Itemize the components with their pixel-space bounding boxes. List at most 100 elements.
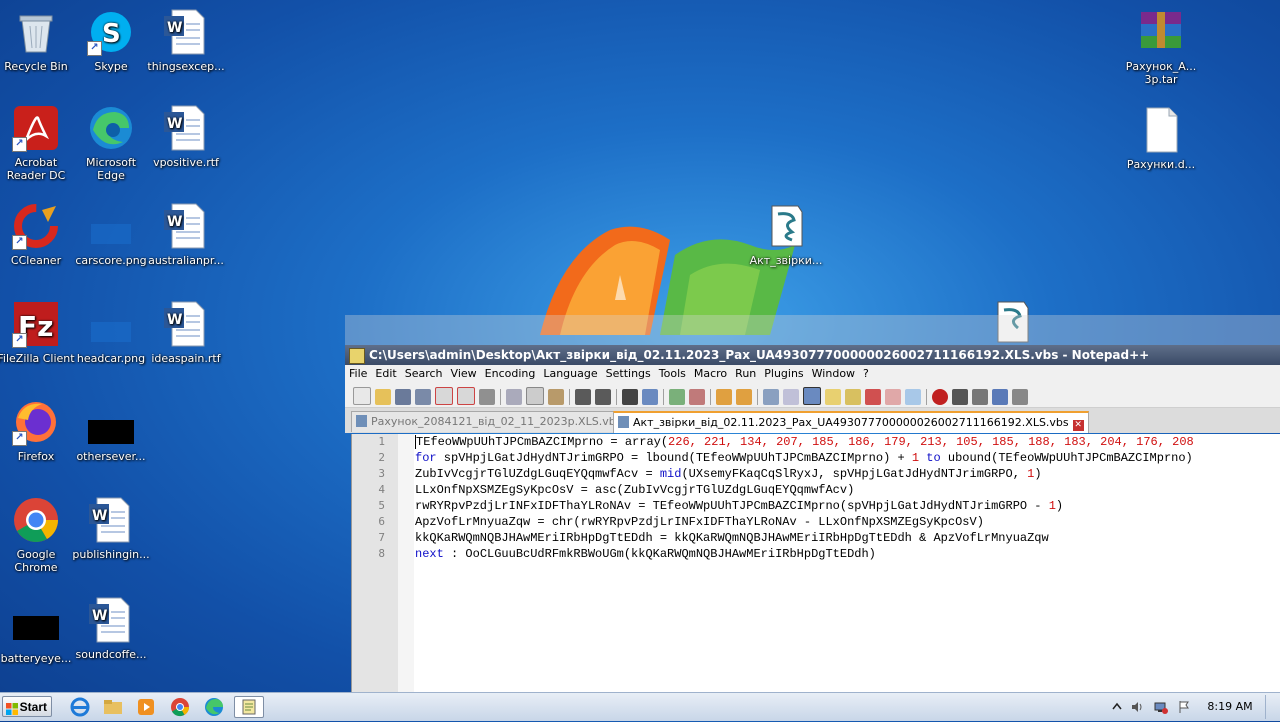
replace-icon[interactable]: [642, 389, 658, 405]
code-text[interactable]: TEfeoWWpUUhTJPCmBAZCIMprno = array(226, …: [415, 434, 1280, 562]
code-line-5: rwRYRpvPzdjLrINFxIDFThaYLRoNAv = TEfeoWW…: [415, 499, 1064, 513]
desktop-icon-headcar[interactable]: headcar.png: [71, 300, 151, 365]
desktop-icon-soundcoffee[interactable]: W soundcoffe...: [71, 596, 151, 661]
desktop-icon-publishing[interactable]: W publishingin...: [71, 496, 151, 561]
filezilla-icon: Fz ↗: [12, 300, 60, 348]
desktop-icon-carscore[interactable]: carscore.png: [71, 202, 151, 267]
new-file-icon[interactable]: [353, 387, 371, 405]
undo-icon[interactable]: [575, 389, 591, 405]
record-macro-icon[interactable]: [932, 389, 948, 405]
stop-macro-icon[interactable]: [952, 389, 968, 405]
action-center-flag-icon[interactable]: [1177, 700, 1191, 714]
taskbar-clock[interactable]: 8:19 AM: [1205, 693, 1255, 721]
start-button[interactable]: Start: [2, 696, 52, 717]
menu-plugins[interactable]: Plugins: [764, 367, 803, 380]
word-wrap-icon[interactable]: [763, 389, 779, 405]
desktop-icon-ccleaner[interactable]: ↗ CCleaner: [0, 202, 76, 267]
volume-icon[interactable]: [1130, 700, 1144, 714]
taskbar-edge-icon[interactable]: [202, 696, 226, 718]
word-document-icon: W: [162, 104, 210, 152]
save-all-icon[interactable]: [415, 389, 431, 405]
desktop-icon-rahunky-doc[interactable]: Рахунки.d...: [1121, 106, 1201, 171]
toolbar-separator: [710, 389, 711, 405]
taskbar-media-player-icon[interactable]: [134, 696, 158, 718]
save-macro-icon[interactable]: [1012, 389, 1028, 405]
indent-guide-icon[interactable]: [803, 387, 821, 405]
menu-help[interactable]: ?: [863, 367, 869, 380]
menu-encoding[interactable]: Encoding: [485, 367, 536, 380]
desktop-icon-recycle-bin[interactable]: Recycle Bin: [0, 8, 76, 73]
show-desktop-button[interactable]: [1265, 695, 1279, 719]
toolbar-separator: [926, 389, 927, 405]
open-file-icon[interactable]: [375, 389, 391, 405]
zoom-in-icon[interactable]: [669, 389, 685, 405]
desktop-icon-thingsexcep[interactable]: W thingsexcep...: [146, 8, 226, 73]
cut-icon[interactable]: [506, 389, 522, 405]
desktop-icon-edge[interactable]: Microsoft Edge: [71, 104, 151, 182]
menu-file[interactable]: File: [349, 367, 367, 380]
taskbar: Start 8:19 AM: [0, 692, 1280, 721]
tab-close-icon[interactable]: ✕: [1072, 420, 1084, 431]
word-document-icon: W: [162, 8, 210, 56]
winrar-archive-icon: [1137, 8, 1185, 56]
menu-edit[interactable]: Edit: [375, 367, 396, 380]
desktop-icon-chrome[interactable]: Google Chrome: [0, 496, 76, 574]
desktop-icon-filezilla[interactable]: Fz ↗ FileZilla Client: [0, 300, 76, 365]
menu-view[interactable]: View: [451, 367, 477, 380]
desktop-icon-firefox[interactable]: ↗ Firefox: [0, 398, 76, 463]
desktop-icon-australianpr[interactable]: W australianpr...: [146, 202, 226, 267]
doc-map-icon[interactable]: [845, 389, 861, 405]
function-list-icon[interactable]: [865, 389, 881, 405]
print-icon[interactable]: [479, 389, 495, 405]
desktop-icon-acrobat[interactable]: ↗ Acrobat Reader DC: [0, 104, 76, 182]
menu-run[interactable]: Run: [735, 367, 756, 380]
find-icon[interactable]: [622, 389, 638, 405]
monitoring-icon[interactable]: [905, 389, 921, 405]
line-number: 7: [378, 531, 385, 544]
windows-flag-icon: [6, 701, 18, 715]
close-file-icon[interactable]: [435, 387, 453, 405]
taskbar-explorer-icon[interactable]: [101, 696, 125, 718]
menu-macro[interactable]: Macro: [694, 367, 727, 380]
folder-as-workspace-icon[interactable]: [885, 389, 901, 405]
taskbar-notepadpp-icon[interactable]: [234, 696, 264, 718]
desktop-icon-batteryeye[interactable]: batteryeye...: [0, 600, 76, 665]
anyrun-watermark: ANY RUN: [1036, 608, 1275, 659]
redo-icon[interactable]: [595, 389, 611, 405]
toolbar-separator: [569, 389, 570, 405]
network-icon[interactable]: [1154, 700, 1168, 714]
desktop-icon-vpositive[interactable]: W vpositive.rtf: [146, 104, 226, 169]
show-hidden-icons-icon[interactable]: [1110, 700, 1124, 714]
menu-settings[interactable]: Settings: [606, 367, 651, 380]
desktop-icon-akt-zvirky-vbs[interactable]: Акт_звірки...: [746, 202, 826, 267]
taskbar-chrome-icon[interactable]: [168, 696, 192, 718]
udl-icon[interactable]: [825, 389, 841, 405]
menu-tools[interactable]: Tools: [659, 367, 686, 380]
code-line-6: ApzVofLrMnyuaZqw = chr(rwRYRpvPzdjLrINFx…: [415, 515, 984, 529]
paste-icon[interactable]: [548, 389, 564, 405]
run-macro-multiple-icon[interactable]: [992, 389, 1008, 405]
menu-search[interactable]: Search: [405, 367, 443, 380]
sync-vertical-icon[interactable]: [716, 389, 732, 405]
desktop-icon-ideaspain[interactable]: W ideaspain.rtf: [146, 300, 226, 365]
copy-icon[interactable]: [526, 387, 544, 405]
svg-text:W: W: [167, 312, 182, 328]
window-drag-outline: [345, 315, 1280, 345]
menu-window[interactable]: Window: [812, 367, 855, 380]
menu-language[interactable]: Language: [543, 367, 597, 380]
desktop-icon-otherseve[interactable]: othersever...: [71, 398, 151, 463]
desktop-icon-rar-archive[interactable]: Рахунок_А... 3р.tar: [1121, 8, 1201, 86]
taskbar-ie-icon[interactable]: [68, 696, 92, 718]
window-title-bar[interactable]: C:\Users\admin\Desktop\Акт_звірки_від_02…: [345, 345, 1280, 365]
desktop-icon-skype[interactable]: S ↗ Skype: [71, 8, 151, 73]
zoom-out-icon[interactable]: [689, 389, 705, 405]
play-macro-icon[interactable]: [972, 389, 988, 405]
sync-horizontal-icon[interactable]: [736, 389, 752, 405]
save-icon[interactable]: [395, 389, 411, 405]
word-document-icon: W: [87, 596, 135, 644]
tab-akt-zvirky-vbs[interactable]: Акт_звірки_від_02.11.2023_Рах_UA49307770…: [613, 411, 1089, 433]
svg-text:W: W: [167, 20, 182, 36]
show-all-chars-icon[interactable]: [783, 389, 799, 405]
tab-rahunok-vbs[interactable]: Рахунок_2084121_від_02_11_2023р.XLS.vbs✕: [351, 411, 642, 432]
close-all-icon[interactable]: [457, 387, 475, 405]
